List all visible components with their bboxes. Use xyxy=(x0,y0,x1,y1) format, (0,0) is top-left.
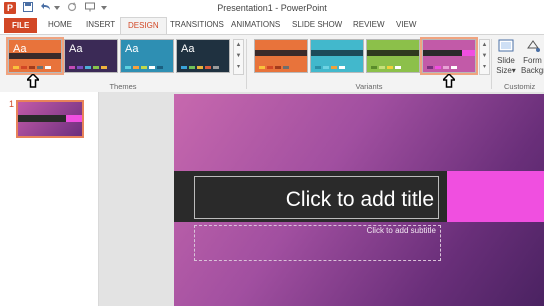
more-icon[interactable]: ▾ xyxy=(234,62,243,73)
variant-thumb-pink[interactable] xyxy=(420,37,478,75)
theme-thumb-teal[interactable]: Aa xyxy=(120,39,174,73)
slide-size-label-1: Slide xyxy=(497,56,515,65)
themes-group-label: Themes xyxy=(109,82,137,91)
ribbon-separator xyxy=(246,39,247,89)
scroll-up-icon[interactable]: ▲ xyxy=(480,40,489,51)
scroll-down-icon[interactable]: ▼ xyxy=(234,51,243,62)
variants-group-label: Variants xyxy=(355,82,383,91)
tab-animations[interactable]: ANIMATIONS xyxy=(224,17,287,33)
undo-icon[interactable] xyxy=(40,2,52,15)
theme-thumb-office[interactable]: Aa xyxy=(6,37,64,75)
window-title: Presentation1 - PowerPoint xyxy=(217,3,327,13)
tab-insert[interactable]: INSERT xyxy=(79,17,122,33)
scroll-up-icon[interactable]: ▲ xyxy=(234,40,243,51)
theme-aa-label: Aa xyxy=(181,43,195,55)
accent-band xyxy=(447,171,544,222)
save-icon[interactable] xyxy=(22,2,34,15)
tab-transitions[interactable]: TRANSITIONS xyxy=(163,17,231,33)
title-placeholder[interactable]: Click to add title xyxy=(194,188,434,212)
slide-number: 1 xyxy=(9,99,15,109)
format-background-label-2: Backgr xyxy=(521,66,544,75)
customize-group-label: Customiz xyxy=(504,82,536,91)
theme-aa-label: Aa xyxy=(125,43,139,55)
format-background-button[interactable]: Form Backgr xyxy=(521,39,544,76)
themes-scroll[interactable]: ▲ ▼ ▾ xyxy=(233,39,244,75)
theme-thumb-purple[interactable]: Aa xyxy=(64,39,118,73)
slide-size-label-2: Size▾ xyxy=(496,66,516,75)
format-background-icon xyxy=(526,40,540,52)
subtitle-placeholder[interactable]: Click to add subtitle xyxy=(194,226,436,235)
variant-thumb-green[interactable] xyxy=(366,39,420,73)
powerpoint-logo-icon: P xyxy=(4,2,16,14)
ribbon: Aa Aa Aa Aa ▲ ▼ ▾ Themes ▲ ▼ ▾ Variants … xyxy=(0,34,544,93)
ribbon-separator xyxy=(491,39,492,89)
chevron-down-icon[interactable] xyxy=(53,2,61,15)
tab-view[interactable]: VIEW xyxy=(389,17,423,33)
tab-design[interactable]: DESIGN xyxy=(120,17,167,35)
present-icon[interactable] xyxy=(84,2,96,15)
variant-thumb-cyan[interactable] xyxy=(310,39,364,73)
slide-size-icon xyxy=(498,39,514,52)
scroll-down-icon[interactable]: ▼ xyxy=(480,51,489,62)
theme-thumb-dark[interactable]: Aa xyxy=(176,39,230,73)
variants-scroll[interactable]: ▲ ▼ ▾ xyxy=(479,39,490,75)
tab-home[interactable]: HOME xyxy=(41,17,79,33)
tab-slide-show[interactable]: SLIDE SHOW xyxy=(285,17,349,33)
customize-qat-icon[interactable] xyxy=(100,2,108,15)
ribbon-tabs: FILE HOME INSERT DESIGN TRANSITIONS ANIM… xyxy=(0,17,544,35)
slide-canvas[interactable]: Click to add title Click to add subtitle xyxy=(174,94,544,306)
redo-icon[interactable] xyxy=(66,2,78,15)
title-bar: Presentation1 - PowerPoint P xyxy=(0,0,544,17)
tab-review[interactable]: REVIEW xyxy=(346,17,392,33)
format-background-label-1: Form xyxy=(523,56,542,65)
slide-thumbnail[interactable] xyxy=(16,100,84,138)
more-icon[interactable]: ▾ xyxy=(480,62,489,73)
slide-size-button[interactable]: Slide Size▾ xyxy=(495,39,517,76)
tab-file[interactable]: FILE xyxy=(4,18,38,33)
variant-thumb-orange[interactable] xyxy=(254,39,308,73)
slides-pane: 1 xyxy=(0,92,99,306)
theme-aa-label: Aa xyxy=(69,43,83,55)
